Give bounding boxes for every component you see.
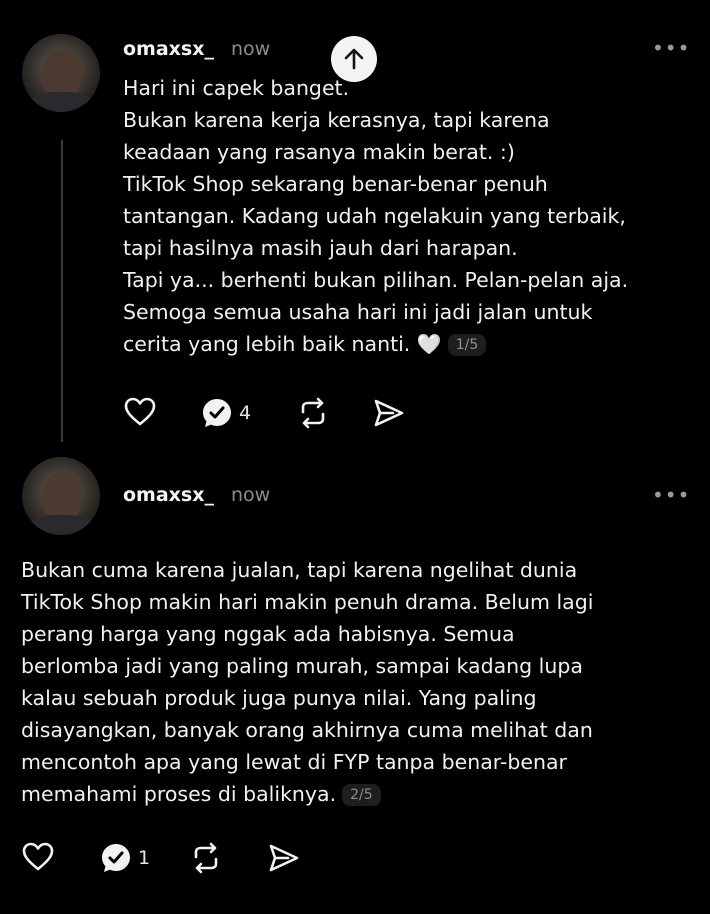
reply-button[interactable]: 4 — [201, 397, 251, 429]
reply-bubble-check-icon — [201, 397, 233, 429]
username[interactable]: omaxsx_ — [123, 484, 214, 506]
reply-count: 4 — [239, 402, 252, 424]
timestamp: now — [231, 484, 271, 506]
send-icon — [268, 842, 300, 874]
more-options-button[interactable]: ••• — [652, 36, 690, 60]
post-text: Hari ini capek banget. Bukan karena kerj… — [123, 72, 703, 360]
heart-icon — [124, 397, 156, 427]
thread-line — [61, 140, 63, 442]
post-body: Bukan cuma karena jualan, tapi karena ng… — [21, 558, 594, 806]
avatar[interactable] — [22, 457, 100, 535]
like-button[interactable] — [124, 397, 156, 427]
white-heart-emoji: 🤍 — [416, 332, 442, 356]
reply-count: 1 — [138, 847, 151, 869]
like-button[interactable] — [22, 842, 54, 872]
arrow-up-icon — [343, 48, 365, 70]
page-indicator: 2/5 — [342, 784, 381, 806]
repost-icon — [190, 842, 222, 874]
share-button[interactable] — [373, 397, 405, 429]
repost-button[interactable] — [297, 397, 329, 429]
post-body: Hari ini capek banget. Bukan karena kerj… — [123, 76, 629, 356]
timestamp: now — [231, 38, 271, 60]
repost-button[interactable] — [190, 842, 222, 874]
reply-button[interactable]: 1 — [100, 842, 150, 874]
repost-icon — [297, 397, 329, 429]
share-button[interactable] — [268, 842, 300, 874]
post-text: Bukan cuma karena jualan, tapi karena ng… — [21, 554, 705, 810]
avatar[interactable] — [22, 34, 100, 112]
more-options-button[interactable]: ••• — [652, 483, 690, 507]
send-icon — [373, 397, 405, 429]
page-indicator: 1/5 — [447, 334, 487, 356]
reply-bubble-check-icon — [100, 842, 132, 874]
scroll-to-top-button[interactable] — [331, 36, 377, 82]
username[interactable]: omaxsx_ — [123, 38, 214, 60]
heart-icon — [22, 842, 54, 872]
